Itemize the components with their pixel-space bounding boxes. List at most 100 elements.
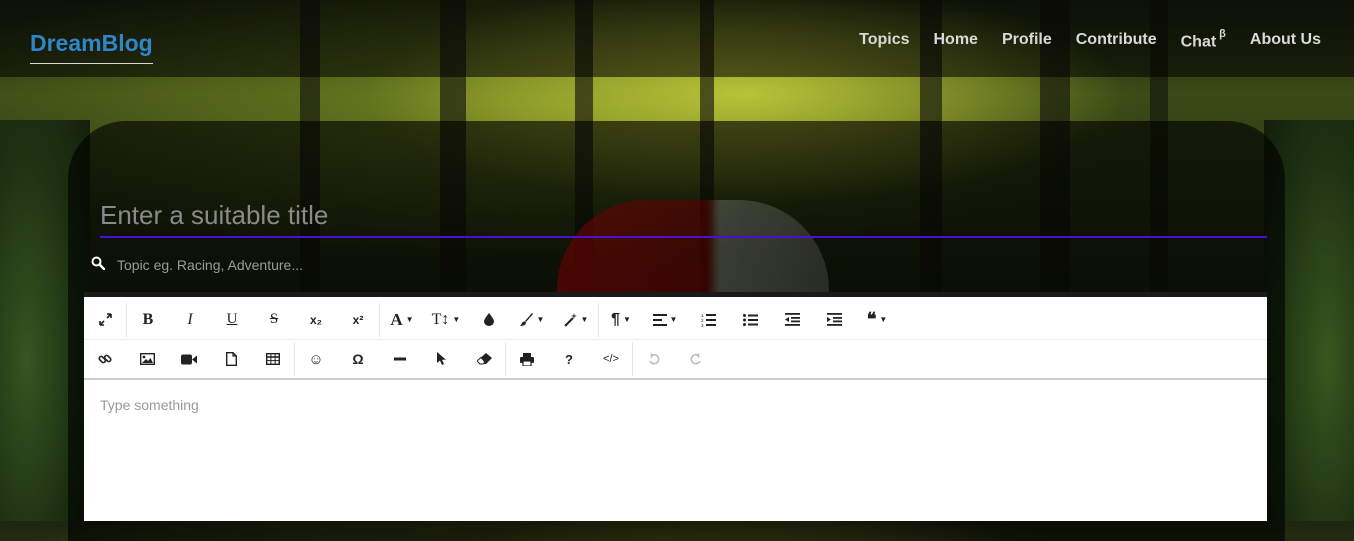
- code-icon: </>: [603, 353, 619, 365]
- minus-icon: [394, 357, 406, 361]
- question-icon: ?: [565, 351, 573, 367]
- outdent-icon: [784, 313, 800, 326]
- insert-video-button[interactable]: [168, 342, 210, 376]
- fullscreen-button[interactable]: [84, 303, 126, 337]
- insert-table-button[interactable]: [252, 342, 294, 376]
- toolbar-group-insert: [84, 342, 295, 376]
- redo-icon: [690, 353, 701, 365]
- bold-icon: B: [142, 310, 154, 328]
- special-characters-button[interactable]: Ω: [337, 342, 379, 376]
- subscript-button[interactable]: x₂: [295, 303, 337, 337]
- nav-chat[interactable]: Chat β: [1180, 28, 1226, 51]
- eraser-icon: [476, 353, 492, 365]
- strikethrough-button[interactable]: S: [253, 303, 295, 337]
- search-icon: [91, 256, 105, 270]
- indent-icon: [826, 313, 842, 326]
- caret-down-icon: ▼: [879, 315, 888, 324]
- mouse-pointer-icon: [437, 352, 446, 365]
- video-camera-icon: [181, 354, 197, 364]
- align-left-icon: [652, 313, 667, 326]
- print-icon: [520, 352, 534, 366]
- svg-text:3: 3: [701, 323, 704, 327]
- ordered-list-icon: 123: [701, 313, 716, 327]
- beta-badge: β: [1219, 28, 1226, 40]
- clear-format-button[interactable]: [463, 342, 505, 376]
- image-icon: [139, 353, 155, 365]
- superscript-icon: x²: [352, 312, 364, 327]
- help-button[interactable]: ?: [548, 342, 590, 376]
- unordered-list-button[interactable]: [729, 303, 771, 337]
- unordered-list-icon: [742, 313, 758, 326]
- rich-text-editor: B I U S x₂ x² A ▼ T↕ ▼ ▼ ▼ ¶ ▼ ▼ 1 2 3 ❝…: [84, 292, 1267, 521]
- print-button[interactable]: [506, 342, 548, 376]
- italic-icon: I: [187, 310, 193, 328]
- toolbar-group-font: A ▼ T↕ ▼ ▼ ▼: [380, 302, 599, 337]
- paint-brush-icon: [519, 312, 533, 326]
- superscript-button[interactable]: x²: [337, 303, 379, 337]
- align-dropdown[interactable]: ▼: [643, 303, 687, 337]
- editor-toolbar-row-1: B I U S x₂ x² A ▼ T↕ ▼ ▼ ▼ ¶ ▼ ▼ 1 2 3 ❝…: [84, 300, 1267, 340]
- nav-profile[interactable]: Profile: [1002, 31, 1052, 51]
- indent-button[interactable]: [813, 303, 855, 337]
- toolbar-group-history: [633, 342, 717, 376]
- caret-down-icon: ▼: [622, 315, 631, 324]
- redo-button[interactable]: [675, 342, 717, 376]
- undo-icon: [649, 353, 660, 365]
- nav-contribute[interactable]: Contribute: [1076, 31, 1157, 51]
- toolbar-group-style: B I U S x₂ x²: [127, 302, 380, 337]
- smile-icon: ☺: [308, 350, 324, 368]
- insert-image-button[interactable]: [126, 342, 168, 376]
- font-size-dropdown[interactable]: T↕ ▼: [424, 303, 468, 337]
- paragraph-style-dropdown[interactable]: ¶ ▼: [599, 303, 643, 337]
- strikethrough-icon: S: [269, 311, 279, 327]
- magic-wand-icon: [563, 312, 577, 327]
- toolbar-group-tools: ? </>: [506, 342, 633, 376]
- toolbar-group-paragraph: ¶ ▼ ▼ 123 ❝ ▼: [599, 303, 899, 337]
- blockquote-dropdown[interactable]: ❝ ▼: [855, 303, 899, 337]
- underline-icon: U: [226, 311, 238, 327]
- caret-down-icon: ▼: [405, 315, 414, 324]
- editor-content-area[interactable]: Type something: [100, 397, 199, 413]
- italic-button[interactable]: I: [169, 303, 211, 337]
- caret-down-icon: ▼: [669, 315, 678, 324]
- outdent-button[interactable]: [771, 303, 813, 337]
- omega-icon: Ω: [352, 351, 364, 367]
- text-color-button[interactable]: [468, 303, 510, 337]
- text-height-icon: T↕: [431, 310, 450, 328]
- insert-file-button[interactable]: [210, 342, 252, 376]
- nav-chat-label: Chat: [1180, 33, 1217, 51]
- tint-icon: [484, 313, 494, 326]
- table-icon: [266, 353, 280, 365]
- brand-logo[interactable]: DreamBlog: [30, 30, 153, 64]
- undo-button[interactable]: [633, 342, 675, 376]
- nav-topics[interactable]: Topics: [859, 31, 909, 51]
- horizontal-rule-button[interactable]: [379, 342, 421, 376]
- font-family-dropdown[interactable]: A ▼: [380, 303, 424, 337]
- caret-down-icon: ▼: [580, 315, 589, 324]
- nav-home[interactable]: Home: [933, 31, 977, 51]
- link-icon: [98, 354, 112, 364]
- title-input[interactable]: [100, 194, 1267, 238]
- insert-link-button[interactable]: [84, 342, 126, 376]
- nav-about[interactable]: About Us: [1250, 31, 1321, 51]
- expand-icon: [98, 313, 112, 326]
- font-icon: A: [390, 309, 403, 329]
- paragraph-icon: ¶: [611, 310, 620, 328]
- navbar: DreamBlog Topics Home Profile Contribute…: [0, 0, 1354, 77]
- background-color-dropdown[interactable]: ▼: [510, 303, 554, 337]
- toolbar-group-misc: ☺ Ω: [295, 342, 506, 376]
- file-icon: [225, 352, 237, 366]
- underline-button[interactable]: U: [211, 303, 253, 337]
- code-view-button[interactable]: </>: [590, 342, 632, 376]
- editor-toolbar-row-2: ☺ Ω ? </>: [84, 340, 1267, 380]
- topic-input[interactable]: [117, 256, 517, 274]
- toolbar-group-view: [84, 302, 127, 337]
- nav-menu: Topics Home Profile Contribute Chat β Abo…: [859, 28, 1321, 51]
- ordered-list-button[interactable]: 123: [687, 303, 729, 337]
- caret-down-icon: ▼: [536, 315, 545, 324]
- caret-down-icon: ▼: [452, 315, 461, 324]
- bold-button[interactable]: B: [127, 303, 169, 337]
- select-all-button[interactable]: [421, 342, 463, 376]
- style-magic-dropdown[interactable]: ▼: [554, 303, 598, 337]
- insert-emoji-button[interactable]: ☺: [295, 342, 337, 376]
